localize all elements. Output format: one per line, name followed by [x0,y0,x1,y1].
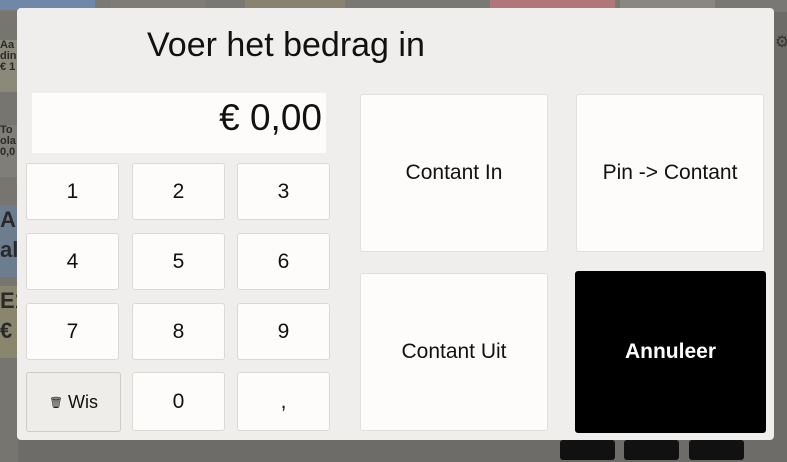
clear-button[interactable]: 🗑 Wis [26,372,121,432]
amount-display: € 0,00 [32,93,326,153]
background-card: To ola 0,0 [0,125,18,177]
background-card: Aa din € 1 [0,40,18,92]
gear-icon: ⚙ [775,34,787,51]
clear-button-label: Wis [67,391,98,412]
key-4[interactable]: 4 [26,233,119,290]
trash-icon: 🗑 [49,396,63,409]
background-button [689,440,744,460]
key-3[interactable]: 3 [237,163,330,220]
cash-in-button[interactable]: Contant In [360,94,548,252]
key-7[interactable]: 7 [26,303,119,360]
key-6[interactable]: 6 [237,233,330,290]
key-0[interactable]: 0 [132,372,225,431]
background-button [560,440,615,460]
background-card: A al [0,205,18,277]
key-9[interactable]: 9 [237,303,330,360]
background-card: E1 € [0,286,18,358]
pin-to-cash-button[interactable]: Pin -> Contant [576,94,764,252]
key-5[interactable]: 5 [132,233,225,290]
key-8[interactable]: 8 [132,303,225,360]
key-comma[interactable]: , [237,372,330,431]
dialog-title: Voer het bedrag in [147,26,425,64]
key-2[interactable]: 2 [132,163,225,220]
cancel-button[interactable]: Annuleer [575,271,766,433]
cash-out-button[interactable]: Contant Uit [360,273,548,431]
key-1[interactable]: 1 [26,163,119,220]
background-button [624,440,679,460]
amount-dialog: Voer het bedrag in € 0,00 1 2 3 4 5 6 7 … [17,8,774,440]
